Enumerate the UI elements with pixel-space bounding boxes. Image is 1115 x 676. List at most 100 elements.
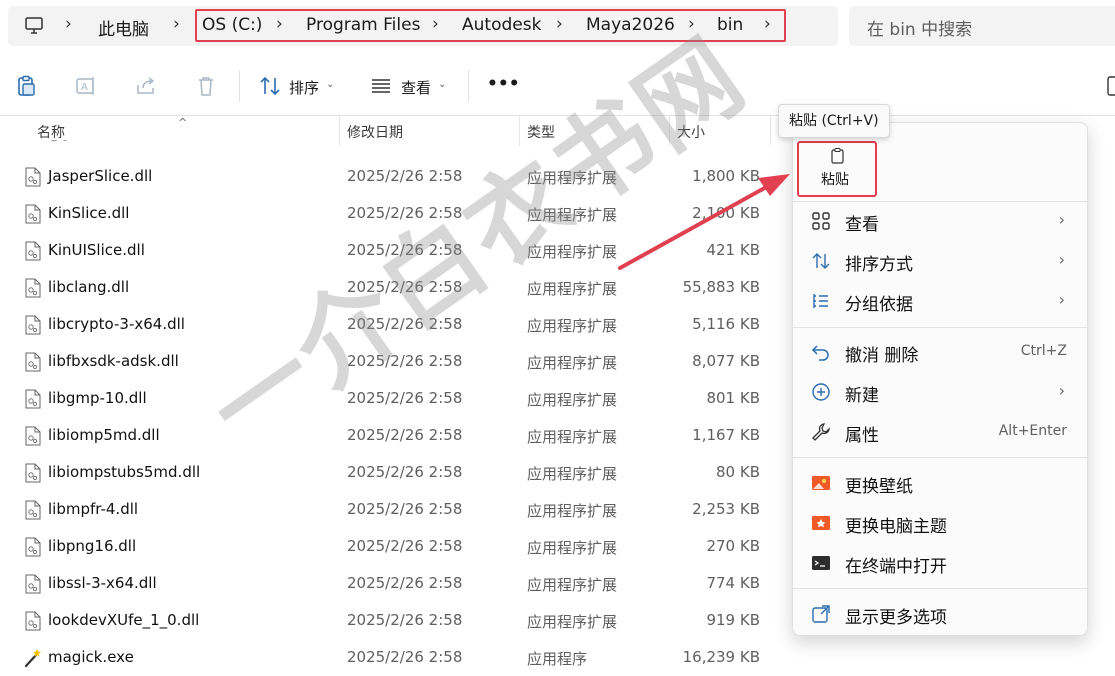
menu-item-shortcut: Alt+Enter — [998, 423, 1067, 439]
file-row[interactable]: lookdevXUfe_1_0.dll 2025/2/26 2:58 应用程序扩展 9… — [0, 602, 780, 639]
details-pane-icon[interactable] — [1106, 74, 1115, 98]
dll-file-icon — [25, 500, 41, 520]
dll-file-icon — [25, 352, 41, 372]
file-row[interactable]: libgmp-10.dll 2025/2/26 2:58 应用程序扩展 801 KB — [0, 380, 780, 417]
chevron-right-icon[interactable]: › — [65, 14, 72, 34]
file-row[interactable]: magick.exe 2025/2/26 2:58 应用程序 16,239 KB — [0, 639, 780, 676]
paste-label: 粘贴 — [821, 172, 849, 188]
menu-item-label: 更换电脑主题 — [845, 517, 947, 537]
file-type: 应用程序扩展 — [527, 539, 618, 557]
file-type: 应用程序 — [527, 650, 588, 668]
file-name: lookdevXUfe_1_0.dll — [48, 611, 200, 629]
dll-file-icon — [25, 574, 41, 594]
menu-item-properties[interactable]: 属性 Alt+Enter — [793, 412, 1087, 452]
file-name: libpng16.dll — [48, 537, 137, 555]
group-icon — [813, 294, 828, 308]
file-row[interactable]: JasperSlice.dll 2025/2/26 2:58 应用程序扩展 1,800… — [0, 158, 780, 195]
chevron-right-icon: › — [1058, 210, 1065, 229]
file-row[interactable]: libmpfr-4.dll 2025/2/26 2:58 应用程序扩展 2,253 K… — [0, 491, 780, 528]
paste-button[interactable]: 粘贴 — [797, 141, 877, 197]
view-button[interactable]: 查看 — [401, 77, 431, 98]
file-date: 2025/2/26 2:58 — [347, 426, 463, 444]
file-type: 应用程序扩展 — [527, 428, 618, 446]
search-box[interactable]: 在 bin 中搜索 — [849, 6, 1115, 46]
share-icon[interactable] — [134, 74, 158, 98]
menu-item-view[interactable]: 查看 › — [793, 201, 1087, 241]
file-name: libgmp-10.dll — [48, 389, 147, 407]
file-row[interactable]: libiompstubs5md.dll 2025/2/26 2:58 应用程序扩展 8… — [0, 454, 780, 491]
more-options-button[interactable]: ••• — [487, 74, 520, 94]
file-type: 应用程序扩展 — [527, 317, 618, 335]
file-name: libcrypto-3-x64.dll — [48, 315, 185, 333]
dll-file-icon — [25, 278, 41, 298]
file-date: 2025/2/26 2:58 — [347, 352, 463, 370]
menu-item-change-wallpaper[interactable]: 更换壁纸 — [793, 463, 1087, 503]
file-date: 2025/2/26 2:58 — [347, 167, 463, 185]
menu-item-show-more-options[interactable]: 显示更多选项 — [793, 594, 1087, 634]
menu-item-open-in-terminal[interactable]: 在终端中打开 — [793, 543, 1087, 583]
dll-file-icon — [25, 537, 41, 557]
file-name: libclang.dll — [48, 278, 130, 296]
terminal-icon — [812, 556, 830, 570]
menu-item-group-by[interactable]: 分组依据 › — [793, 281, 1087, 321]
sort-button[interactable]: 排序 — [289, 77, 319, 98]
dll-file-icon — [25, 315, 41, 335]
file-size: 80 KB — [716, 463, 760, 481]
chevron-down-icon[interactable]: ⌄ — [326, 79, 334, 90]
menu-item-label: 查看 — [845, 215, 879, 235]
file-row[interactable]: KinSlice.dll 2025/2/26 2:58 应用程序扩展 2,100 KB — [0, 195, 780, 232]
paste-icon[interactable] — [14, 74, 38, 98]
rename-icon[interactable]: A — [74, 74, 98, 98]
column-header-size[interactable]: 大小 — [677, 122, 705, 142]
wrench-icon — [812, 423, 830, 441]
sort-icon[interactable] — [258, 74, 282, 98]
file-row[interactable]: libcrypto-3-x64.dll 2025/2/26 2:58 应用程序扩展 5… — [0, 306, 780, 343]
chevron-right-icon[interactable]: › — [173, 14, 180, 34]
menu-item-undo-delete[interactable]: 撤消 删除 Ctrl+Z — [793, 332, 1087, 372]
file-date: 2025/2/26 2:58 — [347, 463, 463, 481]
dll-file-icon — [25, 389, 41, 409]
address-bar[interactable]: › 此电脑 › OS (C:) › Program Files › Autode… — [8, 6, 838, 46]
menu-item-new[interactable]: 新建 › — [793, 372, 1087, 412]
file-date: 2025/2/26 2:58 — [347, 574, 463, 592]
file-row[interactable]: KinUISlice.dll 2025/2/26 2:58 应用程序扩展 421 KB — [0, 232, 780, 269]
menu-item-label: 属性 — [845, 426, 879, 446]
menu-item-label: 在终端中打开 — [845, 557, 947, 577]
file-size: 1,167 KB — [692, 426, 760, 444]
computer-icon[interactable] — [24, 16, 44, 36]
file-size: 55,883 KB — [682, 278, 760, 296]
file-date: 2025/2/26 2:58 — [347, 648, 463, 666]
file-row[interactable]: libssl-3-x64.dll 2025/2/26 2:58 应用程序扩展 774 … — [0, 565, 780, 602]
dll-file-icon — [25, 463, 41, 483]
file-type: 应用程序扩展 — [527, 502, 618, 520]
address-toolbar: › 此电脑 › OS (C:) › Program Files › Autode… — [0, 0, 1115, 56]
sort-icon — [812, 253, 830, 269]
context-menu: 粘贴 查看 › 排序方式 › 分组依据 › 撤消 删除 Ctrl+Z 新建 › … — [792, 122, 1088, 636]
file-row[interactable]: libfbxsdk-adsk.dll 2025/2/26 2:58 应用程序扩展 8,… — [0, 343, 780, 380]
file-type: 应用程序扩展 — [527, 465, 618, 483]
partially-visible-row[interactable] — [0, 140, 780, 150]
new-icon — [812, 383, 830, 401]
more-options-icon — [812, 605, 830, 623]
file-date: 2025/2/26 2:58 — [347, 537, 463, 555]
file-size: 421 KB — [706, 241, 760, 259]
file-date: 2025/2/26 2:58 — [347, 241, 463, 259]
breadcrumb-this-pc[interactable]: 此电脑 — [98, 15, 149, 40]
view-icon[interactable] — [369, 74, 393, 98]
menu-item-change-theme[interactable]: 更换电脑主题 — [793, 503, 1087, 543]
dll-file-icon — [25, 611, 41, 631]
file-size: 2,253 KB — [692, 500, 760, 518]
column-header-name[interactable]: 名称 — [37, 122, 65, 142]
file-size: 2,100 KB — [692, 204, 760, 222]
file-size: 919 KB — [706, 611, 760, 629]
file-row[interactable]: libiomp5md.dll 2025/2/26 2:58 应用程序扩展 1,167 … — [0, 417, 780, 454]
delete-icon[interactable] — [194, 74, 218, 98]
column-header-type[interactable]: 类型 — [527, 122, 555, 142]
column-header-date[interactable]: 修改日期 — [347, 122, 403, 142]
file-type: 应用程序扩展 — [527, 576, 618, 594]
chevron-down-icon[interactable]: ⌄ — [438, 79, 446, 90]
file-row[interactable]: libclang.dll 2025/2/26 2:58 应用程序扩展 55,883 K… — [0, 269, 780, 306]
file-size: 801 KB — [706, 389, 760, 407]
menu-item-sort-by[interactable]: 排序方式 › — [793, 241, 1087, 281]
file-row[interactable]: libpng16.dll 2025/2/26 2:58 应用程序扩展 270 KB — [0, 528, 780, 565]
